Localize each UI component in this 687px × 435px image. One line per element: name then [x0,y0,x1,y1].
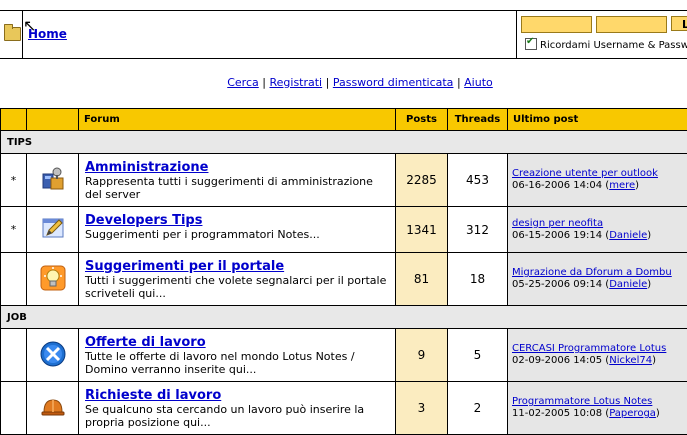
forum-description: Suggerimenti per i programmatori Notes..… [85,228,389,241]
forum-icon-cell [27,329,79,382]
forum-posts-count: 1341 [396,207,448,253]
header-forum: Forum [79,109,396,131]
header-threads: Threads [448,109,508,131]
forum-description: Tutte le offerte di lavoro nel mondo Lot… [85,350,389,376]
forum-title-link[interactable]: Richieste di lavoro [85,388,389,403]
last-post-cell: Creazione utente per outlook 06-16-2006 … [508,154,687,207]
forum-description: Tutti i suggerimenti che volete segnalar… [85,274,389,300]
remember-me: Ricordami Username & Password [525,38,687,51]
forum-row: * Developers Tips Suggerimenti per i pro… [1,207,687,253]
forum-row: Suggerimenti per il portale Tutti i sugg… [1,253,687,306]
forum-description: Se qualcuno sta cercando un lavoro può i… [85,403,389,429]
forum-mark [1,253,27,306]
home-icon-cell [0,11,23,58]
last-post-title-link[interactable]: Migrazione da Dforum a Dombu [512,267,672,278]
category-row: JOB [1,306,687,329]
login-box: L Ricordami Username & Password [516,11,687,58]
last-post-date: 02-09-2006 14:05 [512,355,602,366]
forum-threads-count: 18 [448,253,508,306]
last-post-title-link[interactable]: Programmatore Lotus Notes [512,396,652,407]
wrench-cross-icon [40,341,66,367]
password-input[interactable] [596,16,667,33]
top-bar: ↖ Home L Ricordami Username & Password [0,10,687,59]
forum-mark [1,382,27,435]
category-title: TIPS [1,131,687,154]
forum-posts-count: 9 [396,329,448,382]
forum-row: * Amministrazione Rappresenta tutti i su… [1,154,687,207]
nav-separator: | [326,76,330,89]
remember-label: Ricordami Username & Password [540,40,687,51]
forum-threads-count: 2 [448,382,508,435]
forum-title-link[interactable]: Suggerimenti per il portale [85,259,389,274]
folder-icon [4,27,21,41]
nav-links: Cerca | Registrati | Password dimenticat… [0,76,687,89]
username-input[interactable] [521,16,592,33]
table-header-row: Forum Posts Threads Ultimo post [1,109,687,131]
forum-info: Richieste di lavoro Se qualcuno sta cerc… [79,382,396,435]
last-post-cell: design per neofita 06-15-2006 19:14 (Dan… [508,207,687,253]
login-button[interactable]: L [671,16,687,31]
last-post-user-link[interactable]: mere [609,180,635,191]
forum-mark [1,329,27,382]
forum-row: Richieste di lavoro Se qualcuno sta cerc… [1,382,687,435]
forum-info: Amministrazione Rappresenta tutti i sugg… [79,154,396,207]
forum-posts-count: 81 [396,253,448,306]
forum-title-link[interactable]: Amministrazione [85,160,389,175]
last-post-title-link[interactable]: design per neofita [512,218,603,229]
nav-link-aiuto[interactable]: Aiuto [464,76,493,89]
forum-icon-cell [27,154,79,207]
last-post-date: 05-25-2006 09:14 [512,279,602,290]
forum-mark: * [1,154,27,207]
forum-title-link[interactable]: Offerte di lavoro [85,335,389,350]
last-post-date: 06-16-2006 14:04 [512,180,602,191]
last-post-cell: Programmatore Lotus Notes 11-02-2005 10:… [508,382,687,435]
forum-posts-count: 2285 [396,154,448,207]
last-post-user-link[interactable]: Daniele [609,279,647,290]
forum-threads-count: 312 [448,207,508,253]
remember-checkbox[interactable] [525,38,537,50]
forum-threads-count: 5 [448,329,508,382]
forum-info: Developers Tips Suggerimenti per i progr… [79,207,396,253]
nav-link-cerca[interactable]: Cerca [227,76,259,89]
last-post-date: 11-02-2005 10:08 [512,408,602,419]
forum-row: Offerte di lavoro Tutte le offerte di la… [1,329,687,382]
forum-table: Forum Posts Threads Ultimo post TIPS * [0,108,687,435]
forum-icon-cell [27,207,79,253]
home-link[interactable]: Home [28,27,67,41]
forum-mark: * [1,207,27,253]
lightbulb-icon [40,265,66,291]
forum-icon-cell [27,382,79,435]
nav-separator: | [262,76,266,89]
header-posts: Posts [396,109,448,131]
forum-title-link[interactable]: Developers Tips [85,213,389,228]
nav-separator: | [457,76,461,89]
last-post-date: 06-15-2006 19:14 [512,230,602,241]
category-row: TIPS [1,131,687,154]
forum-icon-cell [27,253,79,306]
last-post-cell: CERCASI Programmatore Lotus 02-09-2006 1… [508,329,687,382]
last-post-cell: Migrazione da Dforum a Dombu 05-25-2006 … [508,253,687,306]
nav-link-registrati[interactable]: Registrati [269,76,322,89]
last-post-user-link[interactable]: Paperoga [609,408,656,419]
category-title: JOB [1,306,687,329]
header-last-post: Ultimo post [508,109,687,131]
last-post-title-link[interactable]: CERCASI Programmatore Lotus [512,343,666,354]
last-post-user-link[interactable]: Nickel74 [609,355,652,366]
forum-info: Suggerimenti per il portale Tutti i sugg… [79,253,396,306]
admin-tools-icon [40,166,66,192]
forum-threads-count: 453 [448,154,508,207]
forum-info: Offerte di lavoro Tutte le offerte di la… [79,329,396,382]
developer-pencil-icon [40,215,66,241]
nav-link-password-dimenticata[interactable]: Password dimenticata [333,76,454,89]
last-post-title-link[interactable]: Creazione utente per outlook [512,168,658,179]
forum-posts-count: 3 [396,382,448,435]
last-post-user-link[interactable]: Daniele [609,230,647,241]
hard-hat-icon [40,394,66,420]
header-mark-column [1,109,27,131]
forum-description: Rappresenta tutti i suggerimenti di ammi… [85,175,389,201]
header-icon-column [27,109,79,131]
